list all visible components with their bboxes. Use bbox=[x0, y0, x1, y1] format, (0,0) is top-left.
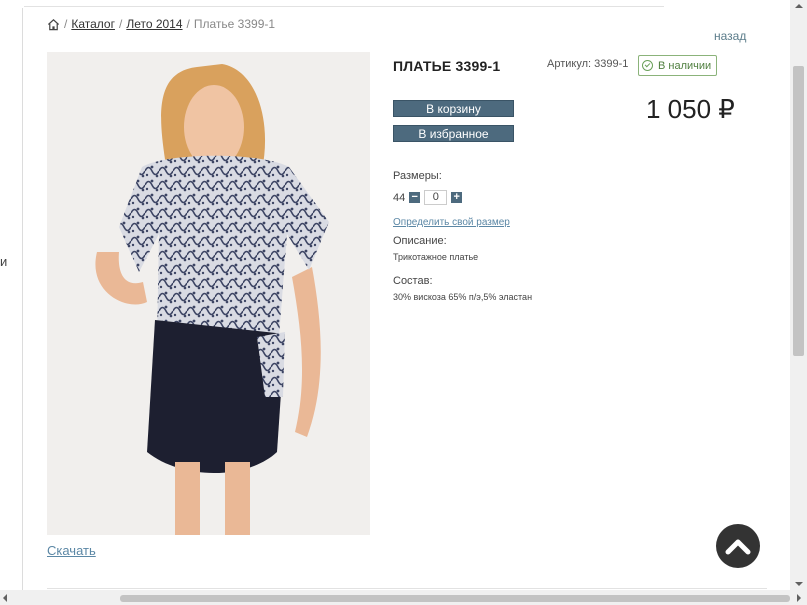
breadcrumb: / Каталог / Лето 2014 / Платье 3399-1 bbox=[47, 17, 275, 31]
horizontal-scroll-thumb[interactable] bbox=[120, 595, 790, 602]
composition-label: Состав: bbox=[393, 275, 433, 287]
scroll-down-arrow-icon[interactable] bbox=[795, 582, 803, 586]
product-price: 1 050 ₽ bbox=[646, 94, 735, 124]
scroll-right-arrow-icon[interactable] bbox=[797, 594, 801, 602]
add-to-cart-button[interactable]: В корзину bbox=[393, 100, 514, 117]
home-icon[interactable] bbox=[47, 18, 60, 31]
scroll-up-arrow-icon[interactable] bbox=[795, 4, 803, 8]
size-value: 44 bbox=[393, 191, 406, 204]
top-divider bbox=[24, 6, 664, 7]
size-guide-link[interactable]: Определить свой размер bbox=[393, 217, 510, 228]
breadcrumb-separator: / bbox=[118, 17, 123, 31]
breadcrumb-summer-link[interactable]: Лето 2014 bbox=[126, 17, 182, 31]
size-quantity-row: 44 − 0 + bbox=[393, 190, 463, 205]
composition-text: 30% вискоза 65% п/э,5% эластан bbox=[393, 292, 533, 302]
back-link[interactable]: назад bbox=[714, 29, 746, 43]
description-label: Описание: bbox=[393, 235, 447, 247]
bottom-divider bbox=[47, 588, 767, 589]
add-to-favorites-button[interactable]: В избранное bbox=[393, 125, 514, 142]
download-link[interactable]: Скачать bbox=[47, 543, 96, 558]
sizes-label: Размеры: bbox=[393, 170, 442, 182]
breadcrumb-separator: / bbox=[186, 17, 190, 31]
scroll-to-top-button[interactable] bbox=[716, 524, 760, 568]
breadcrumb-separator: / bbox=[64, 17, 68, 31]
scroll-left-arrow-icon[interactable] bbox=[3, 594, 7, 602]
stock-badge: В наличии bbox=[638, 55, 718, 76]
breadcrumb-current: Платье 3399-1 bbox=[193, 17, 276, 31]
vertical-scroll-thumb[interactable] bbox=[793, 66, 804, 356]
decrement-button[interactable]: − bbox=[409, 192, 421, 203]
left-column-fragment: и bbox=[0, 254, 8, 269]
check-circle-icon bbox=[642, 60, 653, 71]
quantity-input[interactable]: 0 bbox=[424, 190, 448, 205]
increment-button[interactable]: + bbox=[451, 192, 463, 203]
product-photo[interactable] bbox=[47, 52, 370, 535]
chevron-up-icon bbox=[725, 539, 751, 555]
product-title: ПЛАТЬЕ 3399-1 bbox=[393, 58, 501, 74]
description-text: Трикотажное платье bbox=[393, 252, 479, 262]
dress-model-image bbox=[47, 52, 370, 535]
article-number: Артикул: 3399-1 bbox=[547, 58, 629, 70]
left-divider bbox=[22, 8, 23, 598]
breadcrumb-catalog-link[interactable]: Каталог bbox=[71, 17, 115, 31]
stock-label: В наличии bbox=[658, 59, 712, 72]
